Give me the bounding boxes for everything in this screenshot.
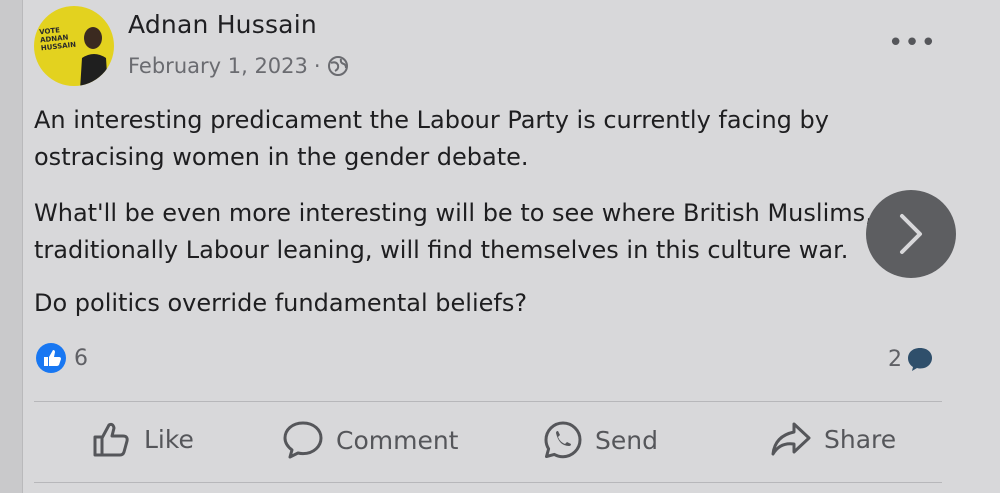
comments-count: 2 [888,346,902,372]
avatar[interactable]: VOTE ADNAN HUSSAIN [34,6,114,86]
post-paragraph-2: What'll be even more interesting will be… [34,199,873,264]
meta-separator: · [313,54,321,78]
like-button[interactable]: Like [92,420,194,458]
comment-label: Comment [336,425,459,455]
send-label: Send [595,425,658,455]
share-icon [771,422,811,456]
post-paragraph-3: Do politics override fundamental beliefs… [34,289,528,317]
comment-bubble-icon [908,348,932,371]
divider-top [34,401,942,402]
chevron-right-icon [900,214,922,254]
comments-summary[interactable]: 2 [888,345,934,373]
reactions-count: 6 [74,345,88,371]
post-meta: February 1, 2023 · [128,54,349,78]
post-date[interactable]: February 1, 2023 [128,54,308,78]
globe-icon [327,56,348,76]
whatsapp-icon [544,421,582,459]
send-button[interactable]: Send [543,420,658,460]
comment-icon [283,421,323,459]
post-paragraph-1: An interesting predicament the Labour Pa… [34,106,829,171]
thumbs-up-icon [93,422,129,457]
avatar-person-image [80,27,108,86]
reactions-summary[interactable]: 6 [36,343,88,373]
share-label: Share [824,424,897,454]
more-options-button[interactable]: ••• [888,28,937,58]
share-button[interactable]: Share [770,420,896,458]
like-label: Like [144,424,194,454]
author-name[interactable]: Adnan Hussain [128,10,317,39]
next-arrow-button[interactable] [866,190,956,278]
like-reaction-icon [36,343,66,373]
comment-button[interactable]: Comment [282,420,459,460]
divider-bottom [34,482,942,483]
